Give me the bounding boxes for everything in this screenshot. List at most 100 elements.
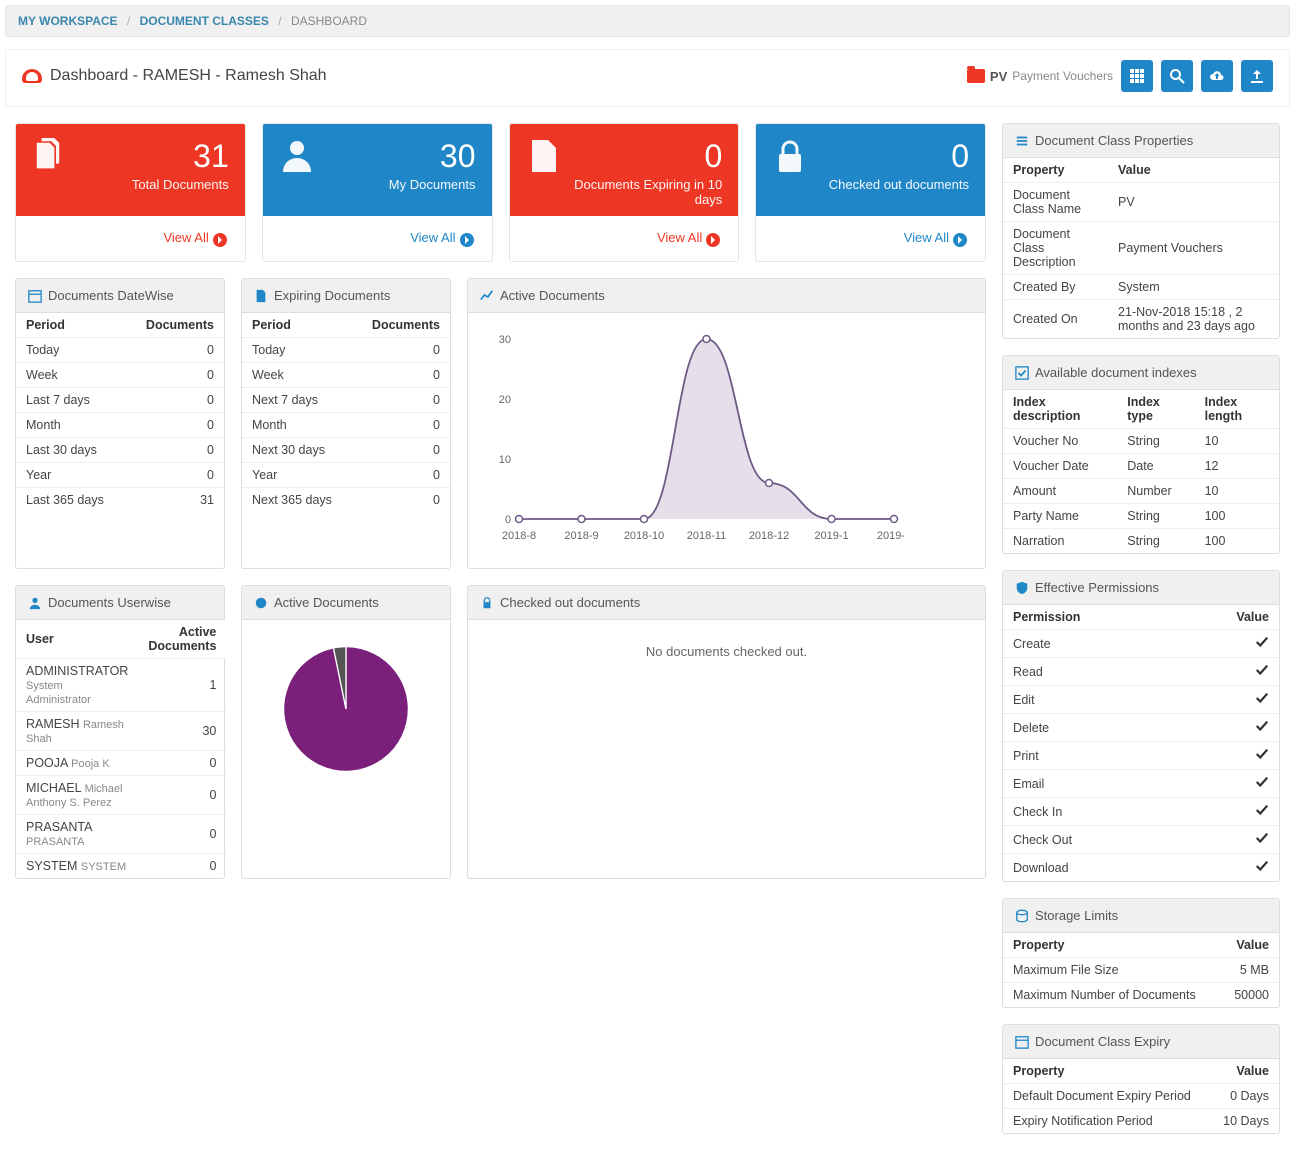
table-row: Maximum File Size5 MB (1003, 958, 1279, 983)
table-row: Week0 (242, 363, 450, 388)
svg-text:2018-12: 2018-12 (749, 530, 789, 542)
breadcrumb-workspace[interactable]: MY WORKSPACE (18, 14, 118, 28)
table-row: Year0 (242, 463, 450, 488)
checked-out-empty: No documents checked out. (468, 620, 985, 683)
table-row: Next 30 days0 (242, 438, 450, 463)
panel-checked-out: Checked out documents No documents check… (467, 585, 986, 879)
svg-text:20: 20 (499, 394, 511, 406)
panel-documents-datewise: Documents DateWise PeriodDocumentsToday0… (15, 278, 225, 569)
breadcrumb-docclasses[interactable]: DOCUMENT CLASSES (140, 14, 269, 28)
table-row: Delete (1003, 714, 1279, 742)
view-all-link[interactable]: View All (163, 230, 226, 245)
breadcrumb: MY WORKSPACE / DOCUMENT CLASSES / DASHBO… (5, 5, 1290, 37)
line-chart-icon (480, 289, 494, 303)
table-row: Print (1003, 742, 1279, 770)
stat-value: 31 (132, 138, 229, 175)
table-row: Today0 (242, 338, 450, 363)
table-row: Created On21-Nov-2018 15:18 , 2 months a… (1003, 300, 1279, 339)
svg-text:2019-1: 2019-1 (814, 530, 848, 542)
pie-chart-icon (254, 596, 268, 610)
stat-card-3: 0Checked out documents View All (755, 123, 986, 262)
stat-label: Checked out documents (829, 177, 969, 192)
check-icon (1255, 663, 1269, 680)
view-all-link[interactable]: View All (657, 230, 720, 245)
panel-permissions: Effective Permissions PermissionValueCre… (1002, 570, 1280, 882)
table-row: Last 365 days31 (16, 488, 224, 513)
dashboard-icon (22, 69, 42, 83)
stat-icon (526, 138, 562, 174)
stat-value: 30 (389, 138, 476, 175)
search-button[interactable] (1161, 60, 1193, 92)
table-row: Create (1003, 630, 1279, 658)
table-row: Check Out (1003, 826, 1279, 854)
calendar-icon (28, 289, 42, 303)
upload-button[interactable] (1241, 60, 1273, 92)
active-documents-pie-chart (281, 644, 411, 774)
table-row: Read (1003, 658, 1279, 686)
panel-class-expiry: Document Class Expiry PropertyValueDefau… (1002, 1024, 1280, 1134)
check-icon (1255, 803, 1269, 820)
check-icon (1255, 859, 1269, 876)
view-all-link[interactable]: View All (410, 230, 473, 245)
table-row: MICHAEL Michael Anthony S. Perez0 (16, 776, 226, 815)
table-row: Created BySystem (1003, 275, 1279, 300)
table-row: Download (1003, 854, 1279, 882)
disk-icon (1015, 909, 1029, 923)
cloud-upload-button[interactable] (1201, 60, 1233, 92)
calendar-icon (1015, 1035, 1029, 1049)
active-documents-line-chart: 01020302018-82018-92018-102018-112018-12… (484, 329, 904, 549)
table-row: Email (1003, 770, 1279, 798)
check-square-icon (1015, 366, 1029, 380)
shield-icon (1015, 581, 1029, 595)
stat-icon (32, 138, 68, 174)
table-row: Year0 (16, 463, 224, 488)
list-icon (1015, 134, 1029, 148)
current-folder: PV Payment Vouchers (967, 69, 1113, 84)
table-row: Week0 (16, 363, 224, 388)
panel-documents-userwise: Documents Userwise UserActive DocumentsA… (15, 585, 225, 879)
table-row: Next 365 days0 (242, 488, 450, 513)
panel-storage-limits: Storage Limits PropertyValueMaximum File… (1002, 898, 1280, 1008)
stat-label: My Documents (389, 177, 476, 192)
table-row: Today0 (16, 338, 224, 363)
panel-class-properties: Document Class Properties PropertyValueD… (1002, 123, 1280, 339)
table-row: Expiry Notification Period10 Days (1003, 1109, 1279, 1134)
table-row: AmountNumber10 (1003, 479, 1279, 504)
table-row: SYSTEM SYSTEM0 (16, 854, 226, 879)
table-row: Last 7 days0 (16, 388, 224, 413)
check-icon (1255, 635, 1269, 652)
table-row: NarrationString100 (1003, 529, 1279, 554)
view-all-link[interactable]: View All (904, 230, 967, 245)
page-header: Dashboard - RAMESH - Ramesh Shah PV Paym… (5, 49, 1290, 107)
page-title: Dashboard - RAMESH - Ramesh Shah (50, 67, 327, 85)
svg-text:0: 0 (505, 514, 511, 526)
stat-label: Total Documents (132, 177, 229, 192)
lock-icon (480, 596, 494, 610)
stat-value: 0 (562, 138, 723, 175)
table-row: Party NameString100 (1003, 504, 1279, 529)
table-row: Voucher NoString10 (1003, 429, 1279, 454)
grid-view-button[interactable] (1121, 60, 1153, 92)
svg-text:2019-2: 2019-2 (877, 530, 904, 542)
panel-active-documents-pie: Active Documents (241, 585, 451, 879)
table-row: Document Class NamePV (1003, 183, 1279, 222)
check-icon (1255, 719, 1269, 736)
table-row: ADMINISTRATOR System Administrator1 (16, 659, 226, 712)
check-icon (1255, 747, 1269, 764)
breadcrumb-current: DASHBOARD (291, 14, 367, 28)
table-row: Edit (1003, 686, 1279, 714)
table-row: Voucher DateDate12 (1003, 454, 1279, 479)
svg-text:30: 30 (499, 334, 511, 346)
svg-text:2018-9: 2018-9 (564, 530, 598, 542)
stat-card-1: 30 My Documents View All (262, 123, 493, 262)
panel-expiring-documents: Expiring Documents PeriodDocumentsToday0… (241, 278, 451, 569)
user-icon (28, 596, 42, 610)
table-row: Document Class DescriptionPayment Vouche… (1003, 222, 1279, 275)
stat-label: Documents Expiring in 10 days (562, 177, 723, 207)
panel-active-documents-chart: Active Documents 01020302018-82018-92018… (467, 278, 986, 569)
stat-card-0: 31 Total Documents View All (15, 123, 246, 262)
svg-text:10: 10 (499, 454, 511, 466)
check-icon (1255, 775, 1269, 792)
table-row: Check In (1003, 798, 1279, 826)
table-row: Next 7 days0 (242, 388, 450, 413)
